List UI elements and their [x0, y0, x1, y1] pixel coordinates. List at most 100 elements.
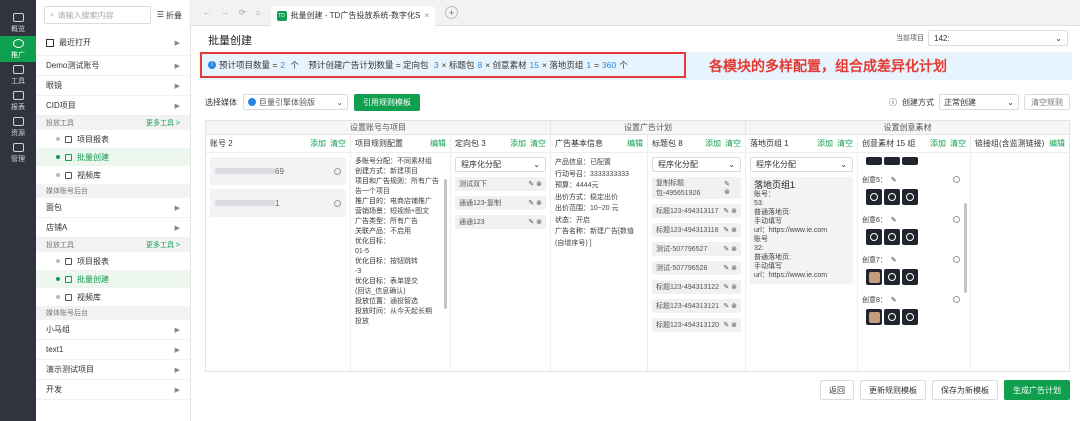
creative-thumbnail[interactable] [884, 189, 900, 205]
creative-thumbnail[interactable] [866, 269, 882, 285]
title-allocation-select[interactable]: 程序化分配 ⌄ [652, 157, 741, 172]
back-icon[interactable]: ← [203, 8, 211, 17]
remove-icon[interactable] [953, 256, 960, 263]
sidebar-tool-item[interactable]: 视频库 [36, 288, 190, 306]
landing-add-link[interactable]: 添加 [817, 138, 833, 149]
creative-add-link[interactable]: 添加 [930, 138, 946, 149]
generate-plan-button[interactable]: 生成广告计划 [1004, 380, 1070, 400]
title-package-item[interactable]: 标题123-494313120 ✎ ⊗ [652, 318, 741, 332]
target-add-link[interactable]: 添加 [510, 138, 526, 149]
edit-remove-icons[interactable]: ✎ ⊗ [723, 245, 737, 253]
base-edit-link[interactable]: 编辑 [627, 138, 643, 149]
edit-remove-icons[interactable]: ✎ ⊗ [723, 207, 737, 215]
update-template-button[interactable]: 更新规则模板 [860, 380, 926, 400]
creative-thumbnail[interactable] [902, 229, 918, 245]
creative-thumbnail[interactable] [902, 269, 918, 285]
recent-open[interactable]: 最近打开 ▶ [36, 30, 190, 56]
account-card[interactable]: 69 [210, 157, 346, 185]
media-select[interactable]: 巨量引擎体验版 ⌄ [243, 94, 348, 110]
edit-icon[interactable]: ✎ [891, 296, 897, 304]
clear-rules-button[interactable]: 清空规则 [1024, 94, 1070, 110]
tab-batch-create[interactable]: TD 批量创建 - TD广告投放系统-数字化S × [270, 5, 435, 26]
rail-item-promote[interactable]: 推广 [0, 36, 36, 62]
title-package-item[interactable]: 标题123-494313118 ✎ ⊗ [652, 223, 741, 237]
sidebar-account-item[interactable]: 演示测试项目 ▶ [36, 360, 190, 380]
search-input[interactable]: ⌕ 请输入搜索内容 [44, 6, 151, 24]
more-tools-link[interactable]: 更多工具 > [146, 118, 180, 128]
creative-thumbnail[interactable] [902, 189, 918, 205]
landing-group-card[interactable]: 落地页组1 账号： 53: 普通落地页: 手动填写 url：https://www.ie.… [750, 177, 853, 284]
sidebar-account-item[interactable]: 店铺A ▶ [36, 218, 190, 238]
target-package-item[interactable]: 通通123-复制 ✎ ⊗ [455, 196, 546, 210]
edit-remove-icons[interactable]: ✎ ⊗ [723, 283, 737, 291]
edit-icon[interactable]: ✎ [891, 216, 897, 224]
rail-item-resource[interactable]: 资源 [0, 114, 36, 140]
sidebar-account-item[interactable]: 开发 ▶ [36, 380, 190, 400]
target-clear-link[interactable]: 清空 [530, 138, 546, 149]
sidebar-account-item[interactable]: CID项目 ▶ [36, 96, 190, 116]
account-add-link[interactable]: 添加 [310, 138, 326, 149]
edit-remove-icons[interactable]: ✎ ⊗ [723, 226, 737, 234]
new-tab-button[interactable]: + [445, 6, 458, 19]
titles-add-link[interactable]: 添加 [705, 138, 721, 149]
close-icon[interactable]: × [424, 11, 429, 20]
creative-thumbnail[interactable] [866, 157, 882, 165]
title-package-item[interactable]: 测试-507796527 ✎ ⊗ [652, 242, 741, 256]
account-card[interactable]: 1 [210, 189, 346, 217]
title-package-item[interactable]: 标题123-494313121 ✎ ⊗ [652, 299, 741, 313]
title-package-item[interactable]: 复制标题包-495651926 ✎ ⊗ [652, 177, 741, 199]
creative-thumbnail[interactable] [866, 309, 882, 325]
remove-icon[interactable] [953, 296, 960, 303]
account-clear-link[interactable]: 清空 [330, 138, 346, 149]
remove-icon[interactable] [334, 199, 341, 207]
landing-allocation-select[interactable]: 程序化分配 ⌄ [750, 157, 853, 172]
scrollbar[interactable] [964, 203, 967, 293]
scrollbar[interactable] [444, 179, 447, 309]
edit-remove-icons[interactable]: ✎ ⊗ [723, 321, 737, 329]
sidebar-tool-item[interactable]: 项目报表 [36, 130, 190, 148]
creative-thumbnail[interactable] [884, 157, 900, 165]
rule-edit-link[interactable]: 编辑 [430, 138, 446, 149]
creative-thumbnail[interactable] [902, 309, 918, 325]
creative-thumbnail[interactable] [866, 229, 882, 245]
create-mode-select[interactable]: 正常创建 ⌄ [939, 94, 1019, 110]
sidebar-tool-item[interactable]: 批量创建 [36, 270, 190, 288]
rail-item-manage[interactable]: 管理 [0, 140, 36, 166]
edit-remove-icons[interactable]: ✎ ⊗ [724, 180, 737, 196]
target-allocation-select[interactable]: 程序化分配 ⌄ [455, 157, 546, 172]
sidebar-tool-item[interactable]: 批量创建 [36, 148, 190, 166]
titles-clear-link[interactable]: 清空 [725, 138, 741, 149]
apply-template-button[interactable]: 引用规则模板 [354, 93, 420, 111]
remove-icon[interactable] [953, 216, 960, 223]
more-tools-link[interactable]: 更多工具 > [146, 240, 180, 250]
rail-item-report[interactable]: 报表 [0, 88, 36, 114]
title-package-item[interactable]: 测试-507796528 ✎ ⊗ [652, 261, 741, 275]
edit-icon[interactable]: ✎ [891, 176, 897, 184]
reload-icon[interactable]: ⟳ [239, 8, 246, 17]
title-package-item[interactable]: 标题123-494313122 ✎ ⊗ [652, 280, 741, 294]
rail-item-dashboard[interactable]: 概览 [0, 10, 36, 36]
sidebar-account-item[interactable]: Demo测试账号 ▶ [36, 56, 190, 76]
target-package-item[interactable]: 通通123 ✎ ⊗ [455, 215, 546, 229]
remove-icon[interactable] [953, 176, 960, 183]
creative-thumbnail[interactable] [866, 189, 882, 205]
landing-clear-link[interactable]: 清空 [837, 138, 853, 149]
sidebar-account-item[interactable]: 眼镜 ▶ [36, 76, 190, 96]
creative-clear-link[interactable]: 清空 [950, 138, 966, 149]
edit-remove-icons[interactable]: ✎ ⊗ [723, 302, 737, 310]
forward-icon[interactable]: → [221, 8, 229, 17]
home-icon[interactable]: ⌂ [256, 8, 261, 17]
creative-thumbnail[interactable] [902, 157, 918, 165]
target-package-item[interactable]: 测试双下 ✎ ⊗ [455, 177, 546, 191]
back-button[interactable]: 返回 [820, 380, 854, 400]
sidebar-account-item[interactable]: text1 ▶ [36, 340, 190, 360]
creative-thumbnail[interactable] [884, 309, 900, 325]
edit-remove-icons[interactable]: ✎ ⊗ [723, 264, 737, 272]
edit-remove-icons[interactable]: ✎ ⊗ [528, 199, 542, 207]
creative-thumbnail[interactable] [884, 229, 900, 245]
sidebar-account-item[interactable]: 面包 ▶ [36, 198, 190, 218]
sidebar-account-item[interactable]: 小马组 ▶ [36, 320, 190, 340]
project-select[interactable]: 142: ⌄ [928, 30, 1068, 46]
creative-thumbnail[interactable] [884, 269, 900, 285]
sidebar-tool-item[interactable]: 视频库 [36, 166, 190, 184]
